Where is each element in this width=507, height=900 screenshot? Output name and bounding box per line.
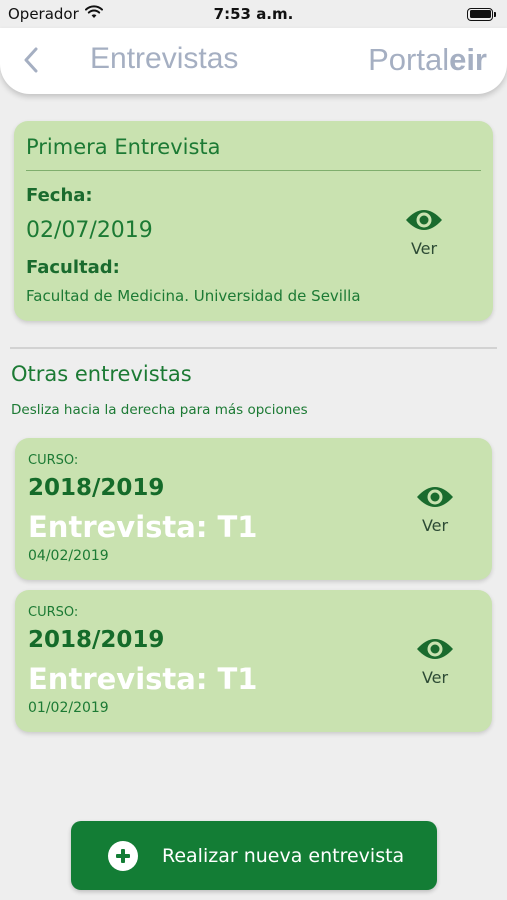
eye-icon <box>417 487 453 507</box>
brand-text-bold: eir <box>449 42 487 77</box>
battery-icon <box>467 7 496 21</box>
other-interviews-title: Otras entrevistas <box>11 362 192 386</box>
primary-interview-title: Primera Entrevista <box>26 135 221 159</box>
date-value: 02/07/2019 <box>26 218 153 243</box>
plus-circle-icon <box>108 840 138 871</box>
page-title: Entrevistas <box>90 42 239 75</box>
new-interview-label: Realizar nueva entrevista <box>162 844 405 867</box>
list-item[interactable]: CURSO: 2018/2019 Entrevista: T1 04/02/20… <box>15 438 492 580</box>
new-interview-button[interactable]: Realizar nueva entrevista <box>71 821 437 890</box>
eye-icon <box>417 639 453 659</box>
view-label: Ver <box>421 516 449 535</box>
view-label: Ver <box>421 668 449 687</box>
primary-interview-card: Primera Entrevista Fecha: 02/07/2019 Fac… <box>14 121 493 321</box>
carrier-name: Operador <box>8 5 79 23</box>
view-button[interactable]: Ver <box>415 636 455 687</box>
interview-date: 01/02/2019 <box>28 700 109 716</box>
interview-name: Entrevista: T1 <box>28 510 258 544</box>
course-value: 2018/2019 <box>28 475 165 501</box>
primary-view-button[interactable]: Ver <box>404 207 444 258</box>
clock: 7:53 a.m. <box>213 5 294 23</box>
chevron-left-icon <box>24 47 38 73</box>
faculty-label: Facultad: <box>26 257 120 278</box>
course-label: CURSO: <box>28 453 79 468</box>
status-bar: Operador 7:53 a.m. <box>0 0 507 28</box>
back-button[interactable] <box>16 42 46 78</box>
faculty-value: Facultad de Medicina. Universidad de Sev… <box>26 287 361 305</box>
interview-date: 04/02/2019 <box>28 548 109 564</box>
course-value: 2018/2019 <box>28 627 165 653</box>
interview-name: Entrevista: T1 <box>28 662 258 696</box>
view-label: Ver <box>410 239 438 258</box>
wifi-icon <box>84 5 103 23</box>
card-divider <box>26 170 481 171</box>
view-button[interactable]: Ver <box>415 484 455 535</box>
carrier-info: Operador <box>8 5 103 23</box>
brand-logo: Portaleir <box>368 42 487 78</box>
section-divider <box>10 347 497 349</box>
list-item[interactable]: CURSO: 2018/2019 Entrevista: T1 01/02/20… <box>15 590 492 732</box>
swipe-hint: Desliza hacia la derecha para más opcion… <box>11 402 308 418</box>
date-label: Fecha: <box>26 185 93 206</box>
brand-text-regular: Portal <box>368 42 450 77</box>
nav-bar: Entrevistas Portaleir <box>0 28 507 94</box>
course-label: CURSO: <box>28 605 79 620</box>
eye-icon <box>406 210 442 230</box>
